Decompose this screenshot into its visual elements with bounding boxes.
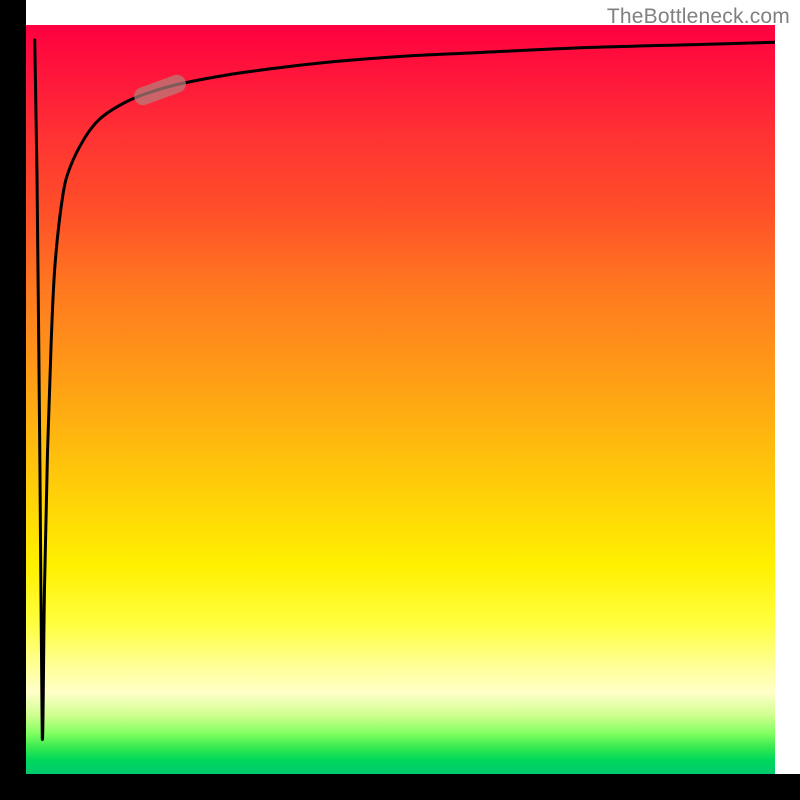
attribution-label: TheBottleneck.com [607,5,790,29]
chart-container: TheBottleneck.com [0,0,800,800]
plot-gradient-background [25,25,775,775]
x-axis-bar [0,774,800,800]
y-axis-bar [0,0,26,800]
